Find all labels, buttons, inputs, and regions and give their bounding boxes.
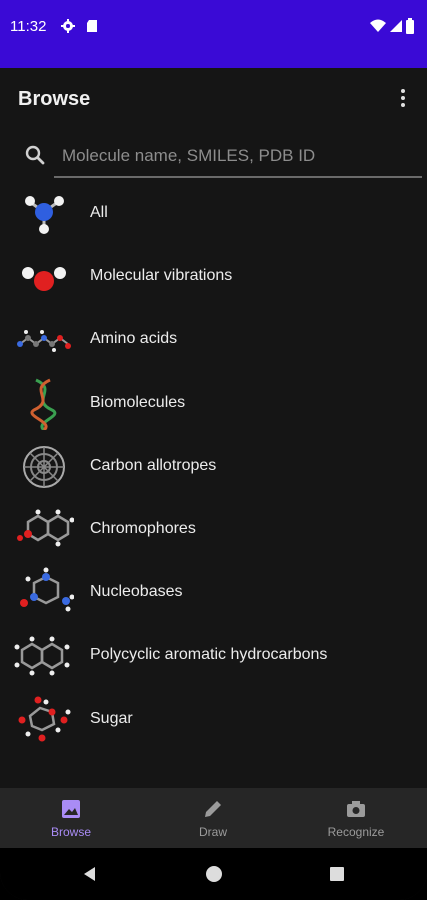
- category-item-biomolecules[interactable]: Biomolecules: [0, 372, 427, 435]
- category-item-amino-acids[interactable]: Amino acids: [0, 308, 427, 371]
- more-vert-icon[interactable]: [391, 86, 415, 110]
- category-label: Molecular vibrations: [90, 267, 233, 285]
- nav-tab-browse[interactable]: Browse: [0, 788, 142, 848]
- category-label: Amino acids: [90, 330, 178, 348]
- nucleobase-molecule-icon: [20, 567, 74, 612]
- battery-icon: [406, 18, 414, 34]
- home-icon[interactable]: [204, 864, 224, 884]
- category-label: Biomolecules: [90, 393, 186, 411]
- category-label: Chromophores: [90, 519, 196, 537]
- category-item-molecular-vibrations[interactable]: Molecular vibrations: [0, 245, 427, 308]
- nav-label: Browse: [50, 825, 91, 839]
- category-label: All: [90, 204, 108, 221]
- system-navigation-bar: [0, 848, 427, 900]
- signal-icon: [390, 20, 402, 32]
- sugar-molecule-icon: [18, 696, 71, 741]
- status-time: 11:32: [10, 18, 47, 35]
- category-label: Sugar: [90, 709, 133, 727]
- category-item-carbon-allotropes[interactable]: Carbon allotropes: [0, 435, 427, 498]
- page-title: Browse: [18, 88, 91, 110]
- search-icon: [25, 145, 45, 165]
- category-label: Nucleobases: [90, 583, 183, 601]
- category-item-nucleobases[interactable]: Nucleobases: [0, 561, 427, 624]
- naphthalene-molecule-icon: [14, 636, 70, 676]
- amino-acid-molecule-icon: [17, 330, 71, 353]
- app-toolbar: Browse: [0, 68, 427, 132]
- sd-card-icon: [87, 20, 97, 32]
- water-molecule-icon: [22, 267, 66, 292]
- nav-tab-recognize[interactable]: Recognize: [285, 788, 427, 848]
- category-item-chromophores[interactable]: Chromophores: [0, 498, 427, 561]
- category-label: Carbon allotropes: [90, 456, 217, 474]
- search-bar: [18, 136, 422, 182]
- wifi-icon: [370, 19, 386, 32]
- ammonia-molecule-icon: [25, 196, 64, 234]
- image-icon: [62, 800, 80, 818]
- app-screen: 11:32 Browse Molecule name, SMILES, PDB …: [0, 0, 427, 900]
- search-input[interactable]: [54, 136, 422, 178]
- pencil-icon: [205, 801, 221, 817]
- dna-helix-icon: [30, 378, 57, 430]
- category-label: Polycyclic aromatic hydrocarbons: [90, 646, 328, 664]
- chromophore-molecule-icon: [17, 509, 74, 547]
- category-item-sugar[interactable]: Sugar: [0, 688, 427, 751]
- fullerene-icon: [23, 445, 65, 488]
- recents-icon[interactable]: [327, 864, 347, 884]
- bottom-navigation: Browse Draw Recognize: [0, 788, 427, 848]
- category-item-polycyclic-aromatic-hydrocarbons[interactable]: Polycyclic aromatic hydrocarbons: [0, 624, 427, 687]
- nav-label: Draw: [198, 825, 227, 839]
- settings-gear-icon: [61, 19, 75, 33]
- category-list: All Molecular vibrations Amino acids Bio…: [0, 182, 427, 751]
- status-bar: 11:32: [0, 0, 427, 68]
- category-item-all[interactable]: All: [0, 182, 427, 245]
- nav-label: Recognize: [327, 825, 385, 839]
- camera-icon: [347, 801, 365, 817]
- back-icon[interactable]: [80, 864, 100, 884]
- nav-tab-draw[interactable]: Draw: [142, 788, 284, 848]
